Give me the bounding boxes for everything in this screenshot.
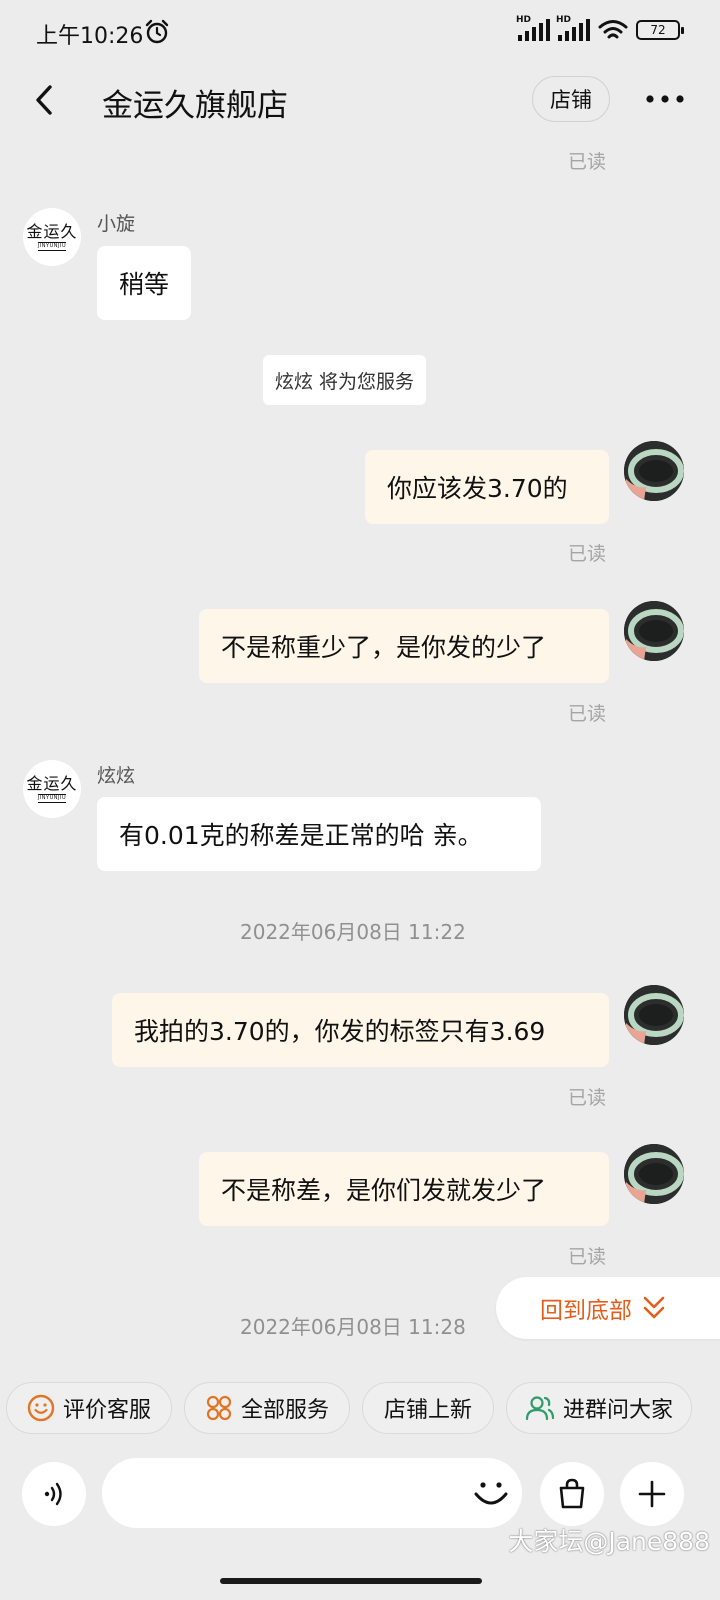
- message-bubble-outgoing[interactable]: 不是称差，是你们发就发少了: [199, 1152, 609, 1226]
- product-button[interactable]: [540, 1462, 604, 1526]
- quick-action-join-group[interactable]: 进群问大家: [506, 1382, 692, 1434]
- quick-action-label: 店铺上新: [383, 1398, 472, 1423]
- sender-name: 小旋: [97, 213, 136, 235]
- system-notice: 炫炫 将为您服务: [263, 355, 427, 405]
- shop-button[interactable]: 店铺: [532, 76, 610, 122]
- quick-action-label: 全部服务: [240, 1398, 329, 1423]
- quick-action-rate-service[interactable]: 评价客服: [6, 1382, 172, 1434]
- message-bubble-incoming[interactable]: 稍等: [97, 246, 192, 320]
- hd-label: HD: [516, 15, 532, 25]
- jade-bangle-image: [624, 601, 684, 661]
- more-options-icon[interactable]: [644, 88, 686, 110]
- grid-icon: [206, 1395, 232, 1421]
- user-avatar[interactable]: [624, 601, 684, 661]
- battery-icon: 72: [636, 20, 684, 40]
- plus-icon: [638, 1480, 666, 1508]
- message-input[interactable]: [102, 1458, 522, 1528]
- shopping-bag-icon: [559, 1478, 585, 1509]
- back-arrow-icon[interactable]: [30, 82, 60, 118]
- voice-input-button[interactable]: [22, 1462, 86, 1526]
- wifi-icon: [598, 20, 628, 39]
- back-to-bottom-button[interactable]: 回到底部: [496, 1277, 720, 1339]
- smile-icon: [27, 1394, 55, 1422]
- hd-label: HD: [556, 15, 572, 25]
- shop-avatar[interactable]: 金运久 JINYUNJIU: [23, 760, 81, 818]
- more-functions-button[interactable]: [620, 1462, 684, 1526]
- read-receipt: 已读: [568, 543, 607, 565]
- shop-avatar-brand: 金运久: [26, 222, 78, 241]
- alarm-clock-icon: [145, 19, 169, 44]
- signal-icon: HD: [556, 15, 590, 41]
- battery-level: 72: [650, 23, 666, 37]
- shop-avatar-brand: 金运久: [26, 774, 78, 793]
- quick-actions-bar: 评价客服 全部服务 店铺上新 进群问大家: [0, 1378, 720, 1444]
- double-chevron-down-icon: [643, 1296, 665, 1319]
- group-icon: [525, 1396, 555, 1421]
- shop-avatar-brand-sub: JINYUNJIU: [37, 242, 67, 251]
- timestamp: 2022年06月08日 11:22: [240, 920, 466, 944]
- page-title: 金运久旗舰店: [102, 88, 288, 124]
- quick-action-shop-new[interactable]: 店铺上新: [362, 1382, 494, 1434]
- jade-bangle-image: [624, 441, 684, 501]
- timestamp: 2022年06月08日 11:28: [240, 1315, 466, 1339]
- watermark: 大家坛@Jane888: [508, 1527, 710, 1556]
- quick-action-label: 评价客服: [62, 1398, 151, 1423]
- user-avatar[interactable]: [624, 1144, 684, 1204]
- voice-wave-icon: [44, 1482, 62, 1506]
- read-receipt: 已读: [568, 151, 607, 173]
- back-to-bottom-label: 回到底部: [540, 1298, 632, 1324]
- message-bubble-incoming[interactable]: 有0.01克的称差是正常的哈 亲。: [97, 797, 541, 871]
- read-receipt: 已读: [568, 703, 607, 725]
- quick-action-all-services[interactable]: 全部服务: [184, 1382, 350, 1434]
- status-indicators: HD HD 72: [516, 15, 684, 42]
- home-indicator[interactable]: [220, 1578, 482, 1584]
- jade-bangle-image: [624, 1144, 684, 1204]
- signal-icon: HD: [516, 15, 550, 41]
- read-receipt: 已读: [568, 1246, 607, 1268]
- sender-name: 炫炫: [97, 765, 136, 787]
- jade-bangle-image: [624, 985, 684, 1045]
- message-bubble-outgoing[interactable]: 我拍的3.70的，你发的标签只有3.69: [112, 993, 609, 1067]
- read-receipt: 已读: [568, 1087, 607, 1109]
- user-avatar[interactable]: [624, 985, 684, 1045]
- message-bubble-outgoing[interactable]: 你应该发3.70的: [365, 450, 609, 524]
- message-bubble-outgoing[interactable]: 不是称重少了，是你发的少了: [199, 609, 609, 683]
- shop-avatar[interactable]: 金运久 JINYUNJIU: [23, 208, 81, 266]
- shop-avatar-brand-sub: JINYUNJIU: [37, 794, 67, 803]
- user-avatar[interactable]: [624, 441, 684, 501]
- quick-action-label: 进群问大家: [562, 1398, 673, 1423]
- emoji-icon[interactable]: [472, 1474, 510, 1512]
- status-time: 上午10:26: [36, 24, 144, 49]
